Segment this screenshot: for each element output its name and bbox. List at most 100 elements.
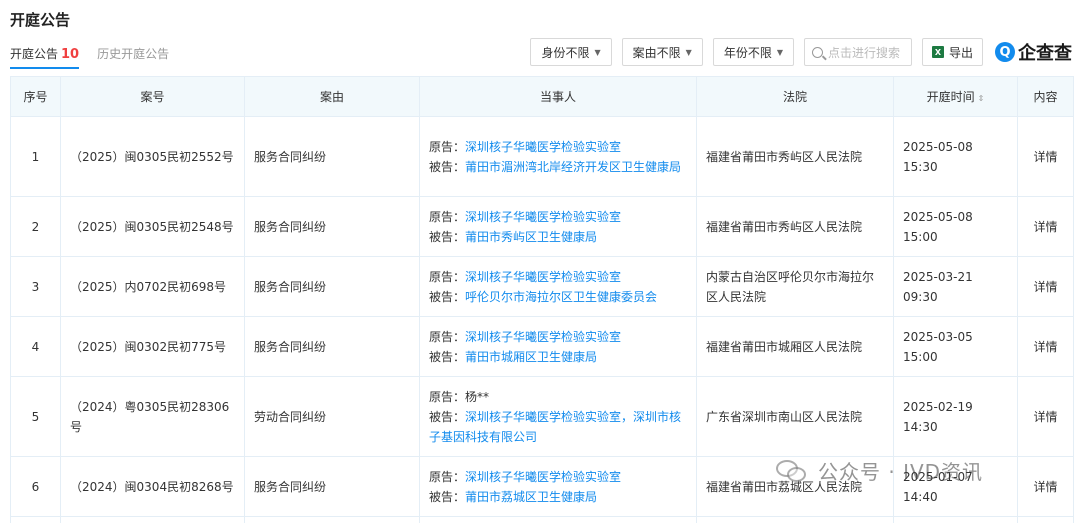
- row-index: 1: [10, 116, 61, 197]
- col-header-index: 序号: [10, 76, 61, 117]
- table-row: 2 （2025）闽0305民初2548号 服务合同纠纷 原告：深圳核子华曦医学检…: [10, 196, 1074, 257]
- court-name: 福建省莆田市秀屿区人民法院: [696, 116, 894, 197]
- court-name: 福建省莆田市荔城区人民法院: [696, 456, 894, 517]
- caret-down-icon: ▼: [776, 47, 783, 57]
- plaintiff-line: 原告：深圳核子华曦医学检验实验室: [429, 467, 687, 487]
- empty-cell: [244, 516, 420, 523]
- defendant-link[interactable]: 莆田市城厢区卫生健康局: [465, 350, 597, 364]
- case-cause: 服务合同纠纷: [244, 316, 420, 377]
- detail-link[interactable]: 详情: [1017, 196, 1074, 257]
- row-index: 4: [10, 316, 61, 377]
- excel-icon: X: [931, 46, 944, 58]
- plaintiff-line: 原告：深圳核子华曦医学检验实验室: [429, 267, 687, 287]
- table-row: 1 （2025）闽0305民初2552号 服务合同纠纷 原告：深圳核子华曦医学检…: [10, 116, 1074, 197]
- row-index: 2: [10, 196, 61, 257]
- hearing-time: 2025-02-19 14:30: [893, 376, 1018, 457]
- case-number-link[interactable]: （2025）内0702民初698号: [60, 256, 245, 317]
- case-cause: 服务合同纠纷: [244, 196, 420, 257]
- court-name: 福建省莆田市城厢区人民法院: [696, 316, 894, 377]
- tab-label: 开庭公告: [10, 47, 59, 61]
- plaintiff-link[interactable]: 深圳核子华曦医学检验实验室: [465, 140, 621, 154]
- case-cause: 服务合同纠纷: [244, 256, 420, 317]
- identity-filter-dropdown[interactable]: 身份不限 ▼: [530, 38, 612, 66]
- qichacha-logo-icon: Q: [995, 42, 1015, 62]
- plaintiff-link[interactable]: 深圳核子华曦医学检验实验室: [465, 470, 621, 484]
- detail-link[interactable]: 详情: [1017, 376, 1074, 457]
- case-number-link[interactable]: （2024）闽0304民初8268号: [60, 456, 245, 517]
- plaintiff-link[interactable]: 深圳核子华曦医学检验实验室: [465, 270, 621, 284]
- case-number-link[interactable]: （2025）闽0305民初2548号: [60, 196, 245, 257]
- search-placeholder: 点击进行搜索: [827, 45, 900, 60]
- search-icon: [811, 46, 823, 58]
- hearing-time: 2025-05-08 15:00: [893, 196, 1018, 257]
- tab-court-announcements[interactable]: 开庭公告 10: [10, 45, 80, 69]
- case-number-link[interactable]: （2025）闽0305民初2552号: [60, 116, 245, 197]
- defendant-line: 被告：莆田市湄洲湾北岸经济开发区卫生健康局: [429, 157, 687, 177]
- col-header-hearing-time[interactable]: 开庭时间 ⇕: [893, 76, 1018, 117]
- plaintiff-label: 原告：: [429, 469, 466, 484]
- announcement-table: 序号 案号 案由 当事人 法院 开庭时间 ⇕ 内容 1 （2025）闽0305民初…: [10, 76, 1074, 523]
- empty-cell: [10, 516, 61, 523]
- plaintiff-link[interactable]: 深圳核子华曦医学检验实验室: [465, 210, 621, 224]
- defendant-line: 被告：深圳核子华曦医学检验实验室，深圳市核子基因科技有限公司: [429, 407, 687, 447]
- tab-count-badge: 10: [61, 47, 80, 62]
- parties-cell: 原告：杨** 被告：深圳核子华曦医学检验实验室，深圳市核子基因科技有限公司: [419, 376, 697, 457]
- col-header-court: 法院: [696, 76, 894, 117]
- brand-name: 企查查: [1018, 43, 1072, 64]
- dropdown-label: 案由不限: [632, 45, 681, 60]
- case-cause: 服务合同纠纷: [244, 456, 420, 517]
- toolbar: 身份不限 ▼ 案由不限 ▼ 年份不限 ▼ 点击进行搜索 X 导出 Q 企查查: [530, 38, 1072, 66]
- caret-down-icon: ▼: [594, 47, 601, 57]
- plaintiff-line: 原告：深圳核子华曦医学检验实验室: [429, 207, 687, 227]
- defendant-line: 被告：呼伦贝尔市海拉尔区卫生健康委员会: [429, 287, 687, 307]
- defendant-label: 被告：: [429, 229, 466, 244]
- defendant-label: 被告：: [429, 349, 466, 364]
- empty-cell: [696, 516, 894, 523]
- qichacha-logo: Q 企查查: [995, 39, 1072, 65]
- search-input[interactable]: 点击进行搜索: [803, 38, 912, 66]
- detail-link[interactable]: 详情: [1017, 116, 1074, 197]
- detail-link[interactable]: 详情: [1017, 456, 1074, 517]
- parties-cell: 原告：深圳核子华曦医学检验实验室 被告：呼伦贝尔市海拉尔区卫生健康委员会: [419, 256, 697, 317]
- sort-icon[interactable]: ⇕: [978, 94, 985, 103]
- col-header-label: 开庭时间: [926, 90, 975, 104]
- defendant-label: 被告：: [429, 289, 466, 304]
- tab-history-announcements[interactable]: 历史开庭公告: [97, 45, 169, 69]
- defendant-link[interactable]: 莆田市秀屿区卫生健康局: [465, 230, 597, 244]
- case-number-link[interactable]: （2025）闽0302民初775号: [60, 316, 245, 377]
- plaintiff-label: 原告：: [429, 139, 466, 154]
- table-header-row: 序号 案号 案由 当事人 法院 开庭时间 ⇕ 内容: [10, 76, 1074, 117]
- court-name: 内蒙古自治区呼伦贝尔市海拉尔区人民法院: [696, 256, 894, 317]
- year-filter-dropdown[interactable]: 年份不限 ▼: [712, 38, 794, 66]
- cause-filter-dropdown[interactable]: 案由不限 ▼: [621, 38, 703, 66]
- defendant-link[interactable]: 莆田市湄洲湾北岸经济开发区卫生健康局: [465, 160, 681, 174]
- detail-link[interactable]: 详情: [1017, 316, 1074, 377]
- row-index: 3: [10, 256, 61, 317]
- plaintiff-line: 原告：深圳核子华曦医学检验实验室: [429, 137, 687, 157]
- dropdown-label: 身份不限: [541, 45, 590, 60]
- table-row: 6 （2024）闽0304民初8268号 服务合同纠纷 原告：深圳核子华曦医学检…: [10, 456, 1074, 517]
- detail-link[interactable]: 详情: [1017, 256, 1074, 317]
- col-header-parties: 当事人: [419, 76, 697, 117]
- table-row: 4 （2025）闽0302民初775号 服务合同纠纷 原告：深圳核子华曦医学检验…: [10, 316, 1074, 377]
- parties-cell: 原告：深圳核子华曦医学检验实验室 被告：莆田市城厢区卫生健康局: [419, 316, 697, 377]
- row-index: 5: [10, 376, 61, 457]
- defendant-link[interactable]: 呼伦贝尔市海拉尔区卫生健康委员会: [465, 290, 657, 304]
- empty-cell: [419, 516, 697, 523]
- empty-cell: [60, 516, 245, 523]
- hearing-time: 2025-03-21 09:30: [893, 256, 1018, 317]
- plaintiff-link[interactable]: 深圳核子华曦医学检验实验室: [465, 330, 621, 344]
- caret-down-icon: ▼: [685, 47, 692, 57]
- defendant-link[interactable]: 莆田市荔城区卫生健康局: [465, 490, 597, 504]
- case-number-link[interactable]: （2024）粤0305民初28306号: [60, 376, 245, 457]
- case-cause: 劳动合同纠纷: [244, 376, 420, 457]
- plaintiff-label: 原告：: [429, 269, 466, 284]
- hearing-time: 2025-01-07 14:40: [893, 456, 1018, 517]
- parties-cell: 原告：深圳核子华曦医学检验实验室 被告：莆田市荔城区卫生健康局: [419, 456, 697, 517]
- empty-cell: [893, 516, 1018, 523]
- export-button[interactable]: X 导出: [921, 38, 983, 66]
- table-row: 5 （2024）粤0305民初28306号 劳动合同纠纷 原告：杨** 被告：深…: [10, 376, 1074, 457]
- col-header-content: 内容: [1017, 76, 1074, 117]
- plaintiff-label: 原告：: [429, 389, 466, 404]
- defendant-link[interactable]: 深圳核子华曦医学检验实验室，深圳市核子基因科技有限公司: [429, 410, 681, 444]
